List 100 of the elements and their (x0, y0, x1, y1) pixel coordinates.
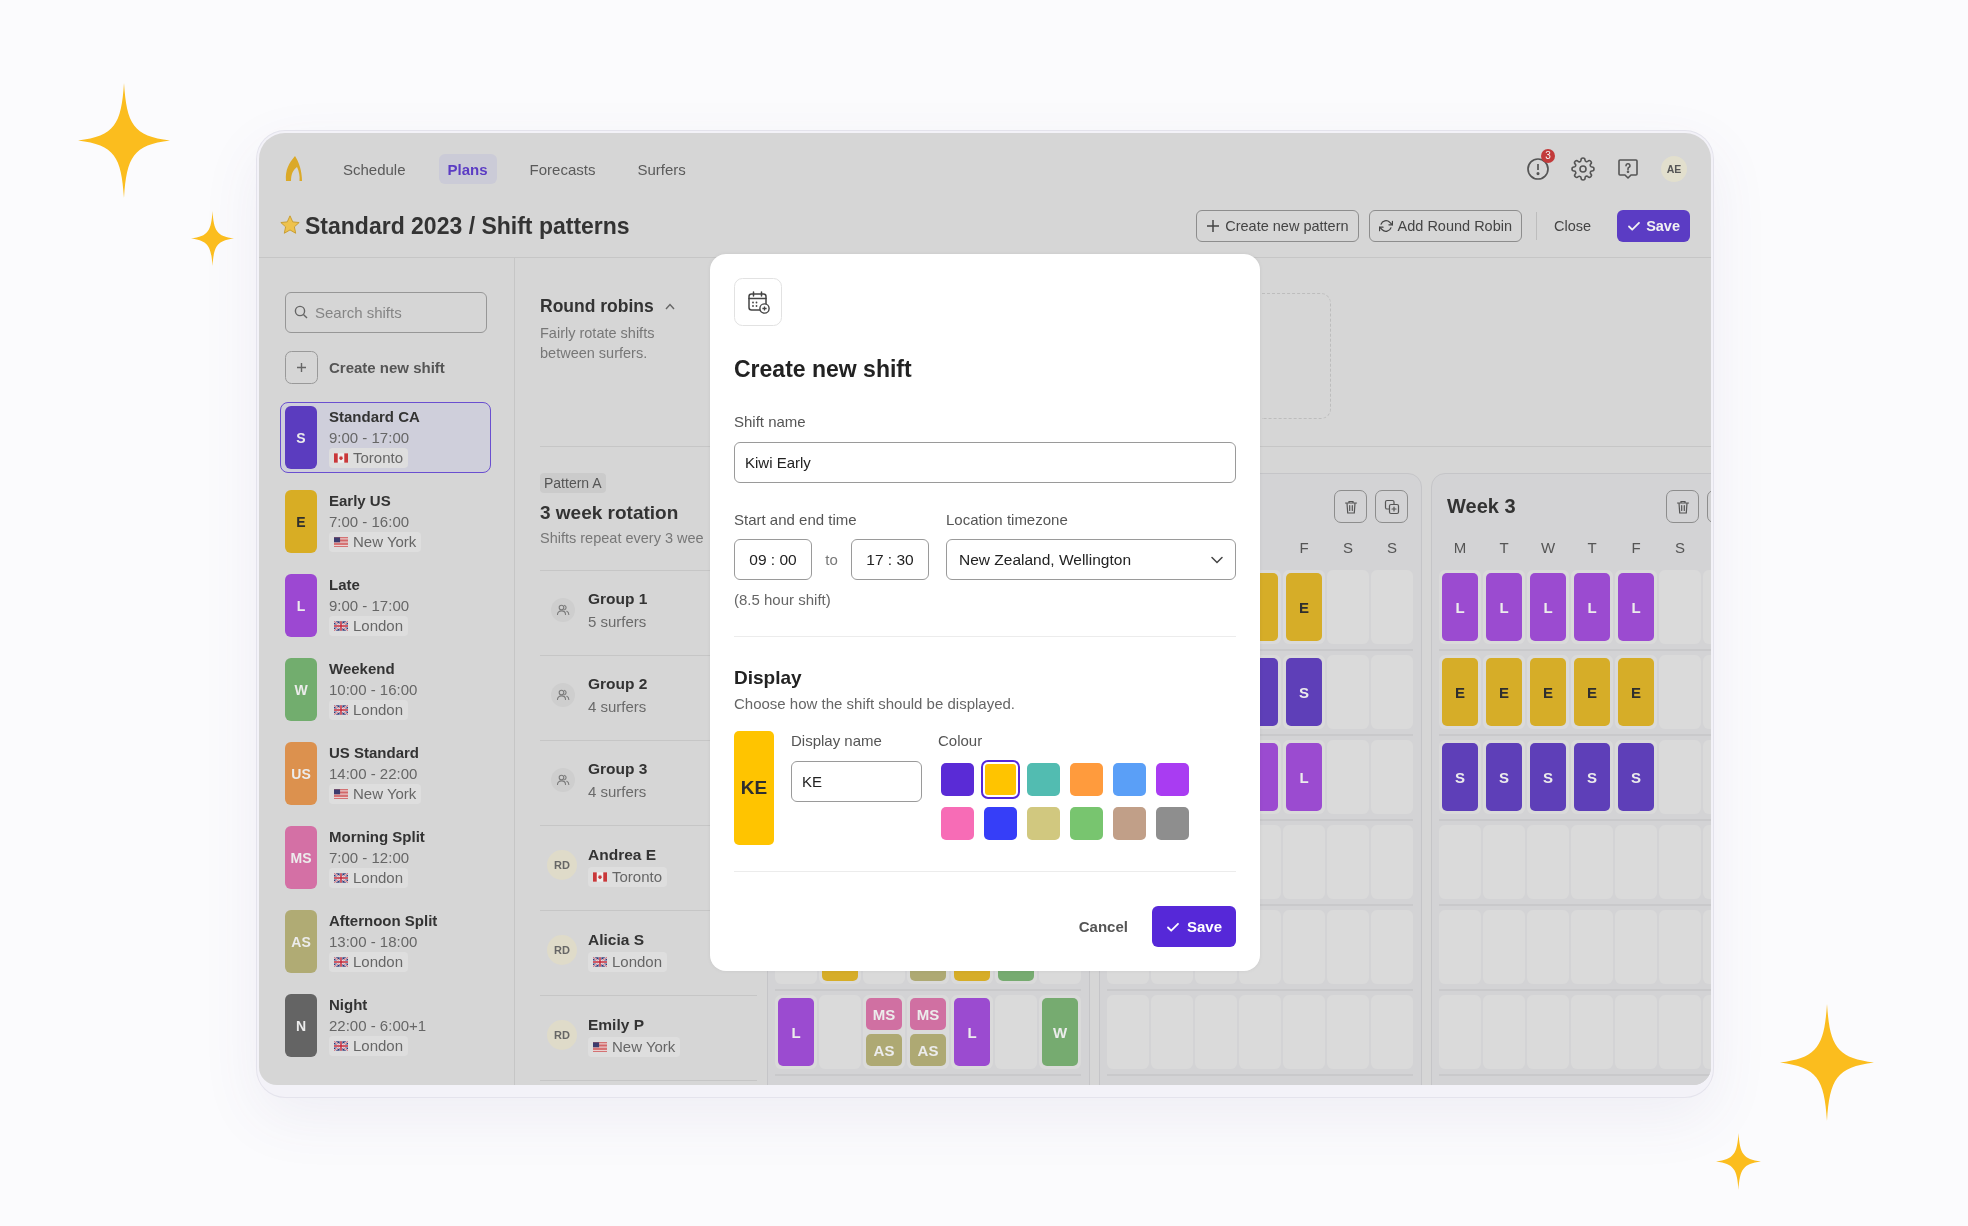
colour-swatch[interactable] (1156, 807, 1189, 840)
delete-week-button[interactable] (1666, 490, 1699, 523)
add-round-robin-button[interactable]: Add Round Robin (1368, 210, 1523, 242)
location-name: London (353, 700, 404, 720)
field-label: Shift name (734, 412, 807, 432)
week-title: Week 3 (1447, 495, 1516, 517)
weekday-label: T (1499, 539, 1509, 556)
field-label: Display name (791, 731, 883, 751)
surfer-name: Andrea E (588, 844, 657, 865)
help-icon[interactable] (1616, 157, 1640, 181)
location-name: London (353, 868, 404, 888)
copy-icon (1383, 498, 1400, 515)
settings-icon[interactable] (1571, 157, 1595, 181)
shift-list-item[interactable]: L Late 9:00 - 17:00 London (280, 570, 491, 641)
shift-chip: AS (866, 1034, 902, 1066)
shift-chip: S (1486, 743, 1522, 811)
colour-swatch[interactable] (941, 763, 974, 796)
field-label: Start and end time (734, 510, 858, 530)
shift-name-input[interactable]: Kiwi Early (734, 442, 1236, 483)
surfer-name: Emily P (588, 1014, 644, 1035)
colour-swatch[interactable] (1156, 763, 1189, 796)
pattern-title: 3 week rotation (540, 501, 679, 525)
timezone-select[interactable]: New Zealand, Wellington (946, 539, 1236, 580)
shift-list-item[interactable]: S Standard CA 9:00 - 17:00 Toronto (280, 402, 491, 473)
sparkle-icon (191, 211, 234, 266)
end-time-input[interactable]: 17 : 30 (851, 539, 929, 580)
location-name: New York (612, 1036, 676, 1057)
group-name: Group 1 (588, 589, 648, 609)
save-button[interactable]: Save (1617, 210, 1690, 242)
group-icon (551, 768, 575, 792)
chevron-up-icon[interactable] (664, 302, 675, 310)
shift-time: 9:00 - 17:00 (329, 428, 410, 448)
shift-preview: KE (734, 731, 774, 845)
shift-name: US Standard (329, 743, 419, 763)
calendar-plus-icon (734, 278, 782, 326)
colour-swatch[interactable] (984, 807, 1017, 840)
plus-icon (285, 350, 318, 384)
group-icon (551, 598, 575, 622)
start-time-input[interactable]: 09 : 00 (734, 539, 812, 580)
flag-icon (334, 957, 348, 967)
shift-list-item[interactable]: AS Afternoon Split 13:00 - 18:00 London (280, 906, 491, 977)
trash-icon (1342, 498, 1359, 515)
shift-name: Standard CA (329, 407, 420, 427)
shift-list-item[interactable]: N Night 22:00 - 6:00+1 London (280, 990, 491, 1061)
shift-chip: E (1530, 658, 1566, 726)
create-shift-button[interactable]: Create new shift (285, 350, 445, 384)
shift-time: 14:00 - 22:00 (329, 764, 418, 784)
colour-swatch[interactable] (1027, 763, 1060, 796)
shift-chip: E (1618, 658, 1654, 726)
shift-badge: W (285, 658, 317, 721)
shift-name: Early US (329, 491, 391, 511)
nav-tab[interactable]: Forecasts (520, 154, 605, 184)
shift-name: Morning Split (329, 827, 425, 847)
shift-time: 13:00 - 18:00 (329, 932, 418, 952)
colour-swatch[interactable] (1070, 763, 1103, 796)
alert-icon[interactable] (1526, 157, 1550, 181)
colour-swatch[interactable] (941, 807, 974, 840)
location-name: London (353, 1036, 404, 1056)
nav-tab[interactable]: Surfers (628, 154, 695, 184)
location-name: New York (353, 784, 417, 804)
shift-list-item[interactable]: MS Morning Split 7:00 - 12:00 London (280, 822, 491, 893)
shift-list-item[interactable]: E Early US 7:00 - 16:00 New York (280, 486, 491, 557)
location-name: Toronto (612, 866, 663, 887)
flag-icon (593, 871, 607, 882)
weekday-label: M (1453, 539, 1467, 556)
save-shift-button[interactable]: Save (1151, 906, 1236, 947)
create-pattern-button[interactable]: Create new pattern (1196, 210, 1359, 242)
location-name: London (353, 616, 404, 636)
colour-swatch[interactable] (981, 760, 1020, 799)
delete-week-button[interactable] (1334, 490, 1367, 523)
flag-icon (593, 1041, 607, 1052)
duplicate-week-button[interactable] (1375, 490, 1408, 523)
flag-icon (334, 537, 348, 547)
shift-time: 22:00 - 6:00+1 (329, 1016, 427, 1036)
star-icon[interactable] (279, 214, 301, 236)
cancel-button[interactable]: Cancel (1078, 918, 1128, 935)
shift-list-item[interactable]: W Weekend 10:00 - 16:00 London (280, 654, 491, 725)
refresh-icon (1378, 219, 1393, 233)
colour-swatch[interactable] (1027, 807, 1060, 840)
nav-tab[interactable]: Schedule (334, 154, 415, 184)
shift-time: 7:00 - 12:00 (329, 848, 410, 868)
search-field[interactable]: Search shifts (285, 292, 487, 333)
shift-list-item[interactable]: US US Standard 14:00 - 22:00 New York (280, 738, 491, 809)
weekday-label: S (1675, 539, 1685, 556)
shift-chip: W (1042, 998, 1078, 1066)
shift-chip: MS (910, 998, 946, 1030)
user-avatar[interactable]: AE (1661, 156, 1687, 182)
avatar: RD (547, 850, 577, 880)
nav-tab[interactable]: Plans (438, 154, 497, 184)
display-name-input[interactable]: KE (791, 761, 922, 802)
colour-swatch[interactable] (1113, 763, 1146, 796)
logo-icon[interactable] (285, 156, 302, 182)
colour-swatch[interactable] (1113, 807, 1146, 840)
weekday-label: T (1587, 539, 1597, 556)
close-button[interactable]: Close (1550, 210, 1596, 242)
colour-swatch[interactable] (1070, 807, 1103, 840)
shift-chip: L (1530, 573, 1566, 641)
weekday-label: S (1387, 539, 1397, 556)
location-name: London (612, 951, 663, 972)
shift-chip: S (1442, 743, 1478, 811)
